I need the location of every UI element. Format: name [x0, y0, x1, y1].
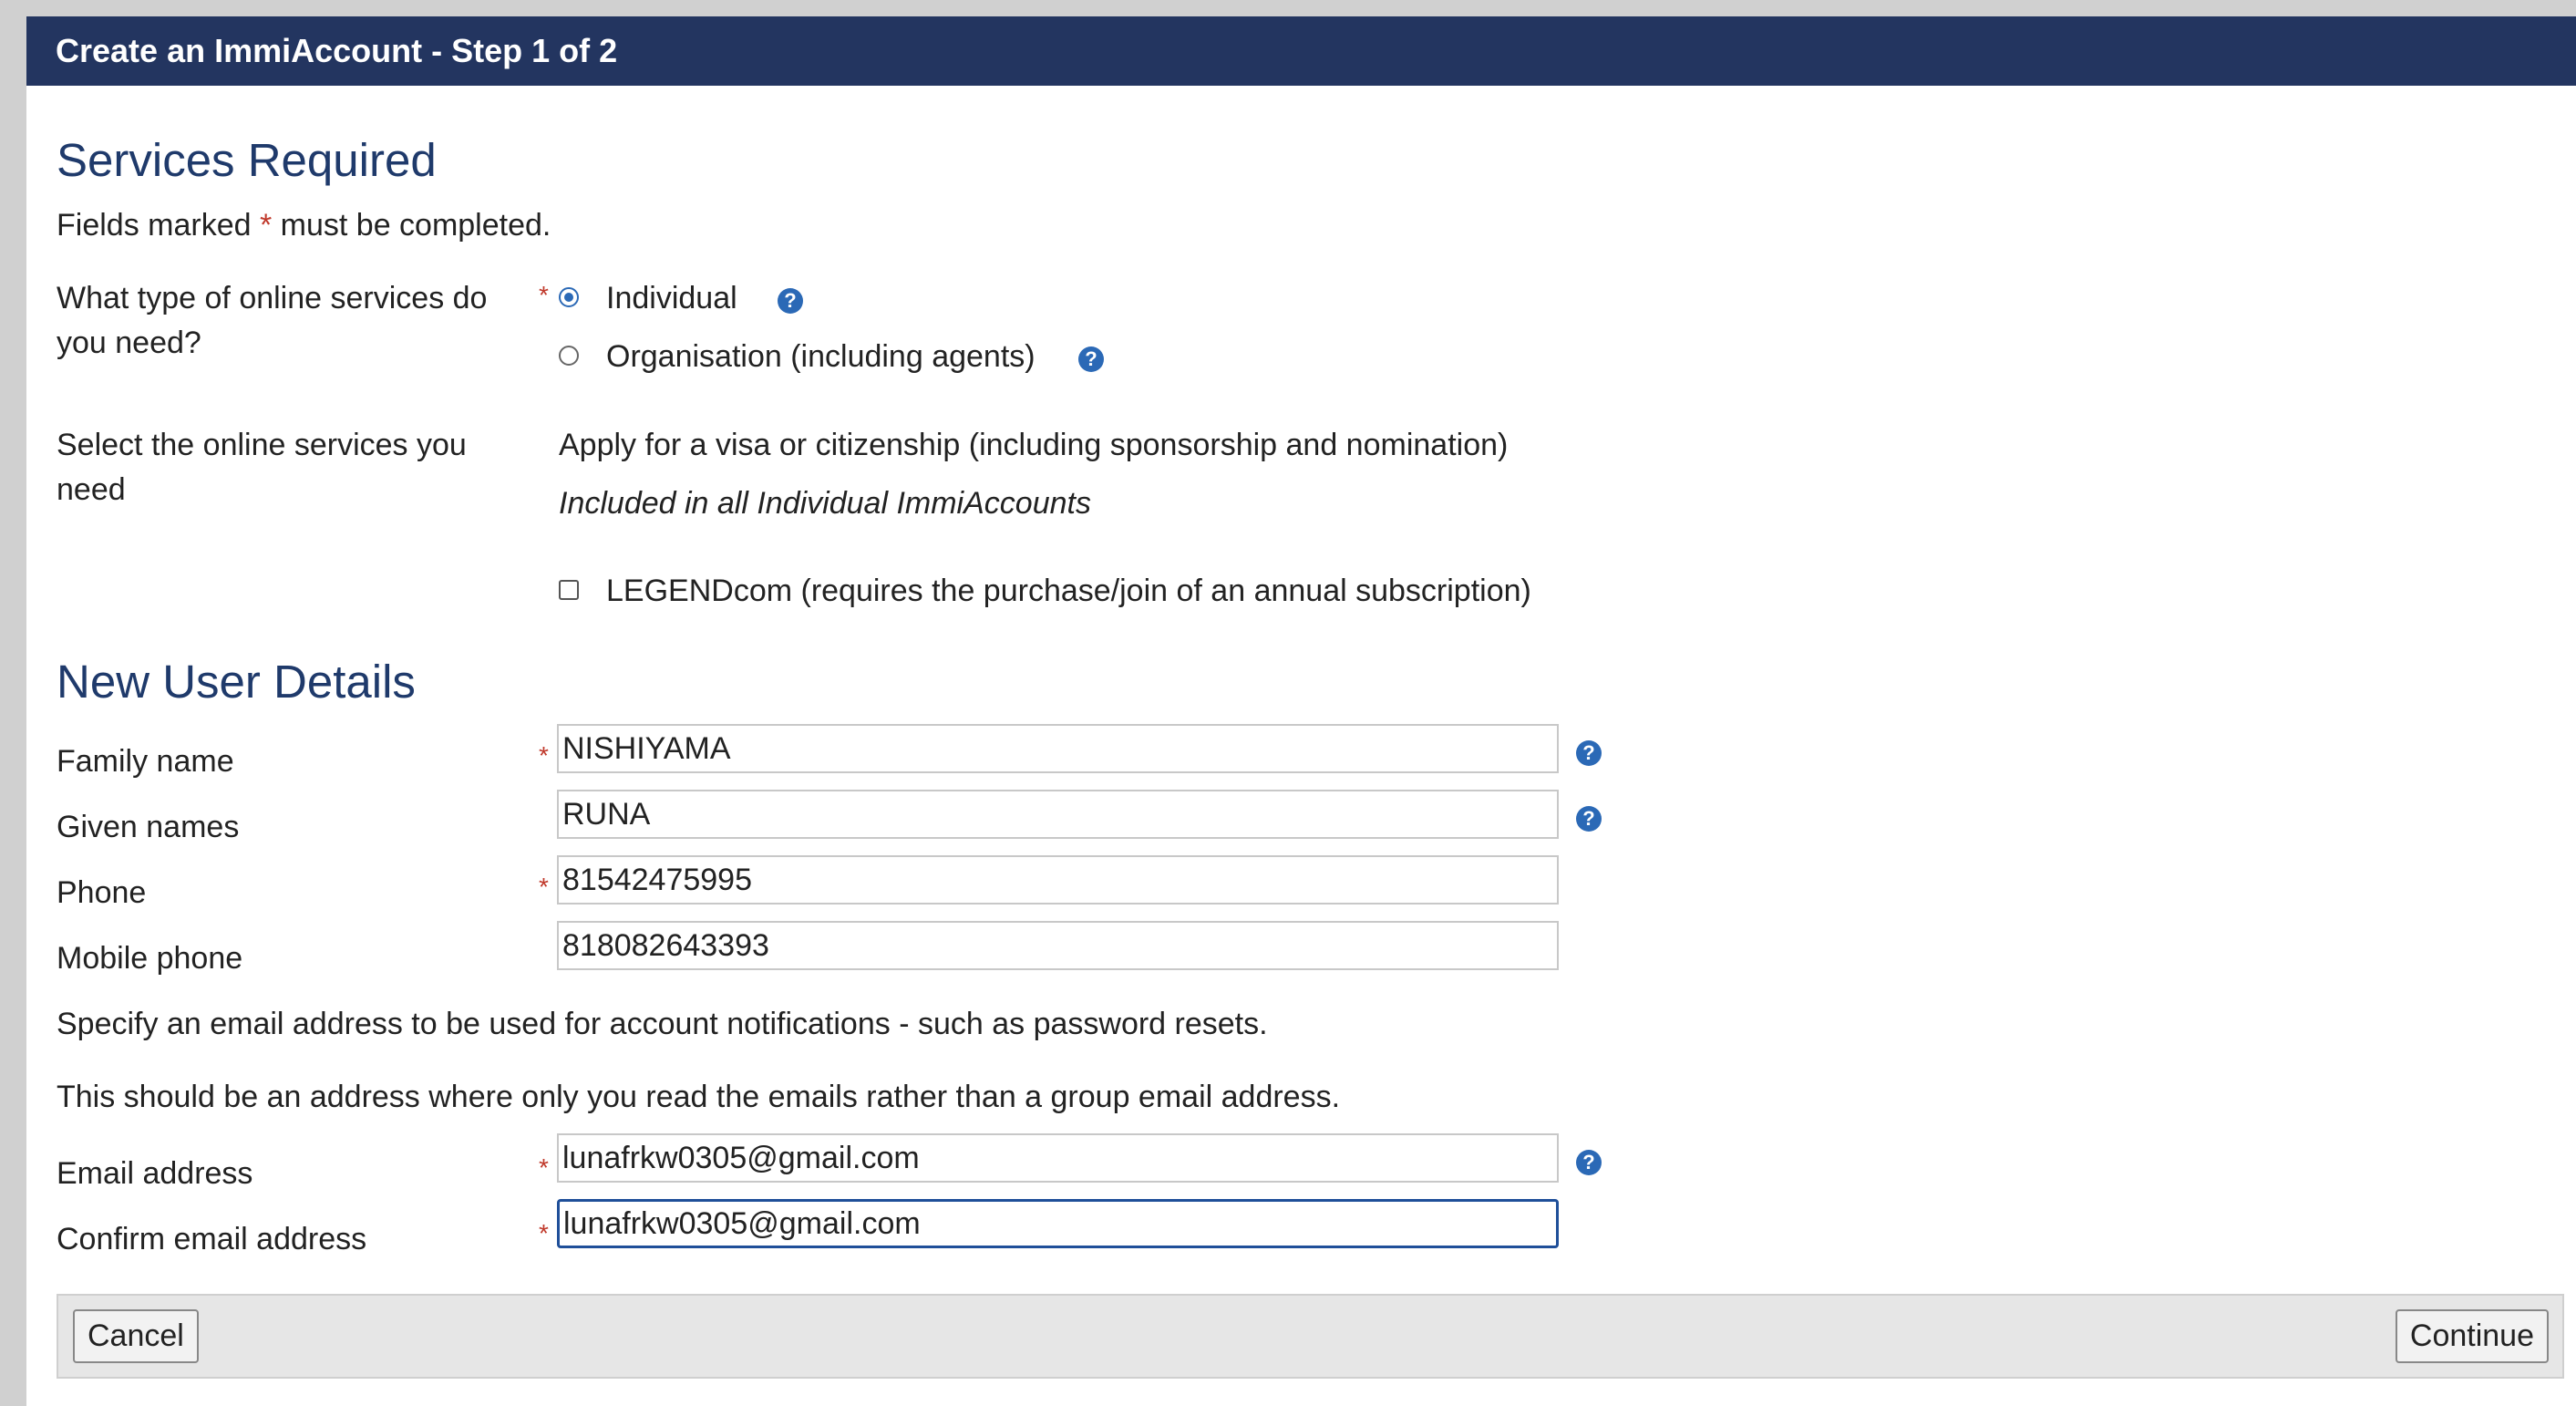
- header-title: Create an ImmiAccount - Step 1 of 2: [56, 32, 618, 69]
- help-icon[interactable]: ?: [778, 288, 803, 314]
- individual-radio[interactable]: [559, 287, 579, 307]
- organisation-radio[interactable]: [559, 346, 579, 366]
- user-section-title: New User Details: [57, 656, 416, 708]
- help-icon[interactable]: ?: [1576, 740, 1602, 766]
- page-header: Create an ImmiAccount - Step 1 of 2: [26, 16, 2576, 86]
- mobile-phone-label: Mobile phone: [57, 941, 243, 976]
- action-bar: Cancel Continue: [57, 1294, 2564, 1379]
- required-star: *: [539, 873, 549, 901]
- cancel-button[interactable]: Cancel: [73, 1309, 199, 1363]
- confirm-email-input[interactable]: [557, 1199, 1559, 1248]
- legendcom-checkbox[interactable]: [559, 580, 579, 600]
- phone-input[interactable]: [557, 855, 1559, 905]
- email-note: Specify an email address to be used for …: [57, 1007, 1268, 1041]
- required-star: *: [539, 741, 549, 770]
- family-name-input[interactable]: [557, 724, 1559, 773]
- service-type-label: What type of online services do you need…: [57, 281, 488, 361]
- required-star: *: [539, 1219, 549, 1247]
- required-star: *: [539, 281, 549, 309]
- help-icon[interactable]: ?: [1078, 346, 1104, 372]
- select-services-label: Select the online services you need: [57, 428, 467, 508]
- email-label: Email address: [57, 1156, 253, 1191]
- legendcom-label[interactable]: LEGENDcom (requires the purchase/join of…: [606, 569, 1531, 614]
- required-note: Fields marked * must be completed.: [57, 208, 551, 243]
- phone-label: Phone: [57, 875, 147, 910]
- required-star: *: [539, 1153, 549, 1182]
- email-note: This should be an address where only you…: [57, 1080, 1341, 1114]
- family-name-label: Family name: [57, 744, 234, 779]
- mobile-phone-input[interactable]: [557, 921, 1559, 970]
- confirm-email-label: Confirm email address: [57, 1222, 367, 1256]
- help-icon[interactable]: ?: [1576, 806, 1602, 832]
- individual-label[interactable]: Individual: [606, 276, 737, 321]
- services-section-title: Services Required: [57, 134, 437, 186]
- organisation-label[interactable]: Organisation (including agents): [606, 335, 1036, 379]
- email-input[interactable]: [557, 1133, 1559, 1183]
- visa-service-text: Apply for a visa or citizenship (includi…: [559, 428, 1509, 462]
- continue-button[interactable]: Continue: [2395, 1309, 2549, 1363]
- page: Create an ImmiAccount - Step 1 of 2 Serv…: [26, 16, 2576, 1406]
- given-names-label: Given names: [57, 810, 240, 844]
- help-icon[interactable]: ?: [1576, 1150, 1602, 1175]
- included-note: Included in all Individual ImmiAccounts: [559, 486, 1091, 521]
- given-names-input[interactable]: [557, 790, 1559, 839]
